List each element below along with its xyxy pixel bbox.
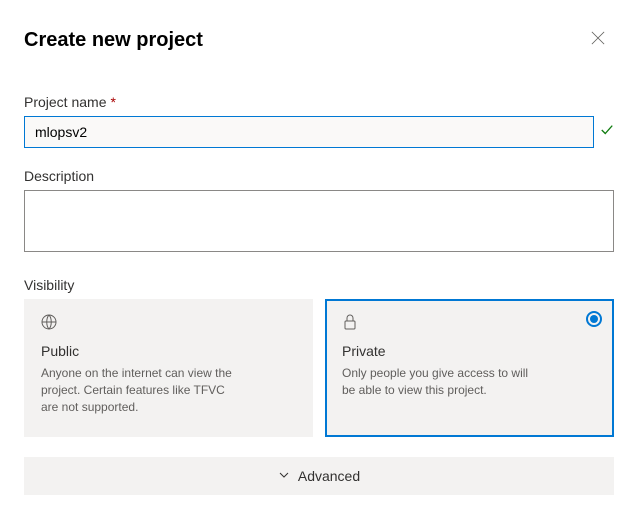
close-icon (591, 31, 605, 50)
lock-icon (342, 314, 597, 335)
required-indicator: * (110, 94, 115, 110)
checkmark-icon (600, 123, 614, 142)
page-title: Create new project (24, 29, 203, 52)
description-label: Description (24, 168, 94, 184)
visibility-field: Visibility Public Anyone on the internet… (24, 277, 614, 437)
visibility-public-title: Public (41, 343, 296, 359)
project-name-input[interactable] (24, 116, 594, 148)
project-name-field: Project name * (24, 94, 614, 148)
radio-selected-icon (586, 311, 602, 327)
advanced-toggle[interactable]: Advanced (24, 457, 614, 495)
visibility-private-desc: Only people you give access to will be a… (342, 365, 542, 399)
description-field: Description (24, 168, 614, 257)
visibility-option-public[interactable]: Public Anyone on the internet can view t… (24, 299, 313, 437)
description-input[interactable] (24, 190, 614, 252)
visibility-private-title: Private (342, 343, 597, 359)
project-name-label: Project name (24, 94, 106, 110)
close-button[interactable] (582, 24, 614, 56)
visibility-option-private[interactable]: Private Only people you give access to w… (325, 299, 614, 437)
chevron-down-icon (278, 468, 290, 484)
advanced-label: Advanced (298, 468, 360, 484)
visibility-label: Visibility (24, 277, 74, 293)
visibility-public-desc: Anyone on the internet can view the proj… (41, 365, 241, 415)
globe-icon (41, 314, 296, 335)
